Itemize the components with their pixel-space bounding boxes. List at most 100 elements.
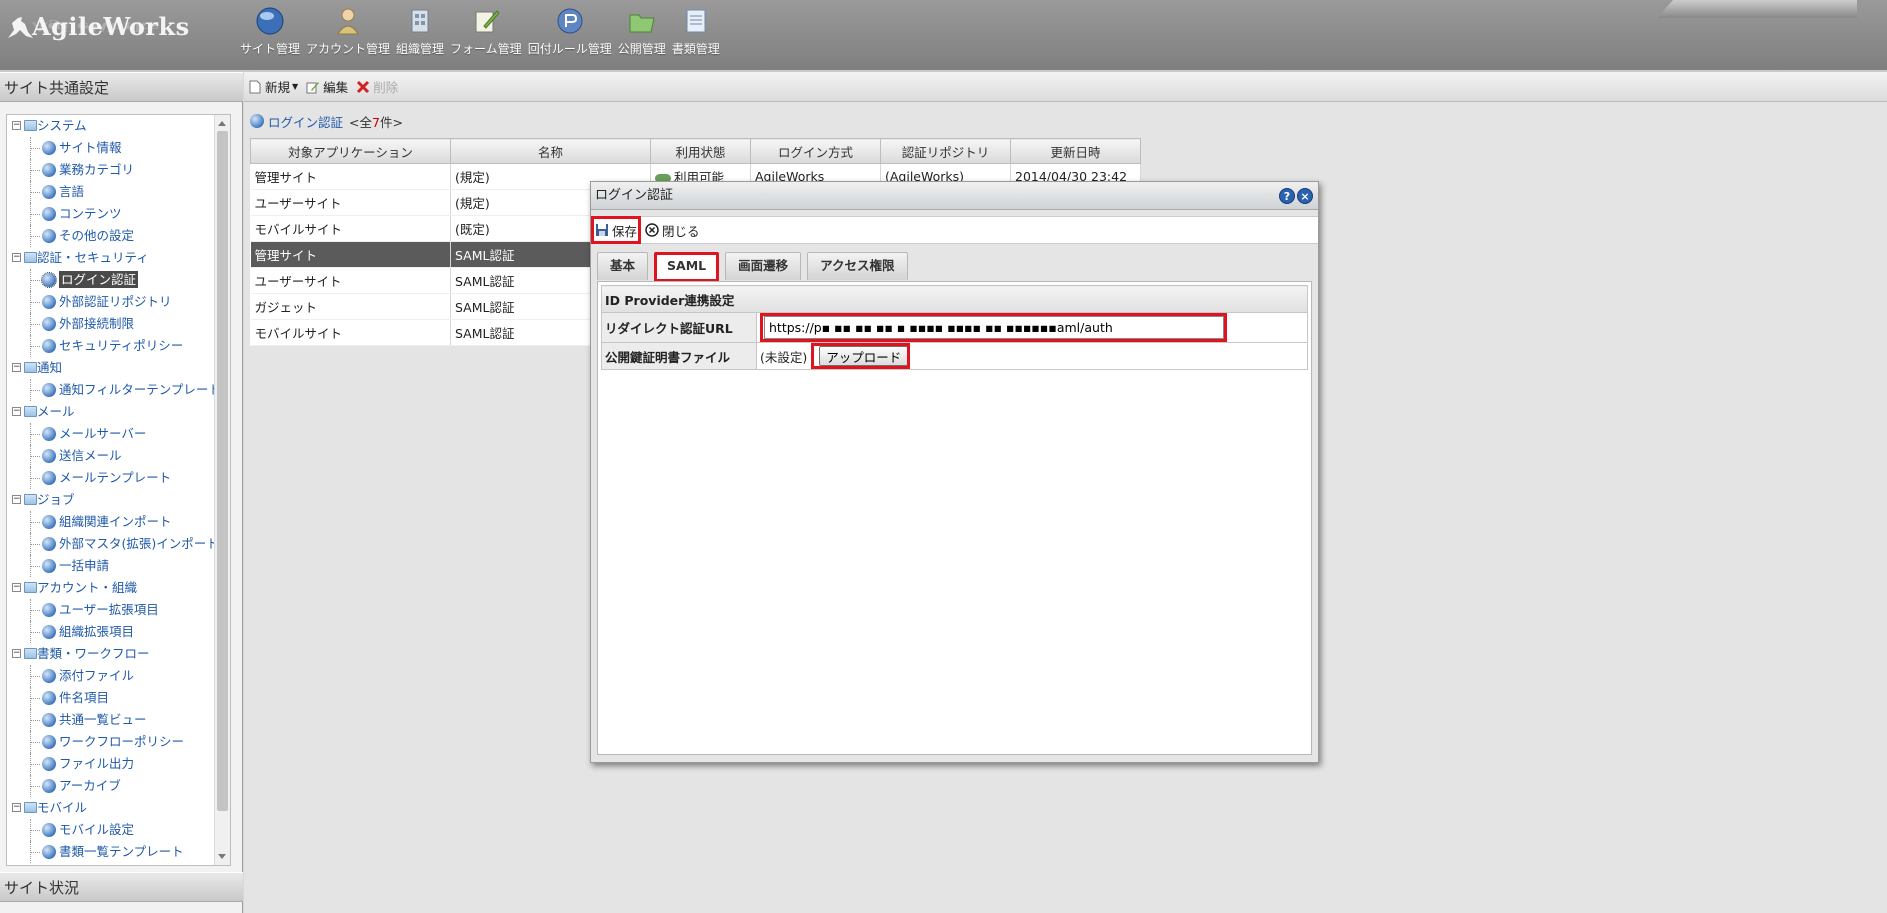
tree-item[interactable]: 一括申請 [7, 555, 215, 577]
edit-button[interactable]: 編集 [306, 77, 348, 96]
column-header[interactable]: 利用状態 [650, 138, 751, 164]
tree-item[interactable]: その他の設定 [7, 225, 215, 247]
tree-item[interactable]: 書類一覧テンプレート [7, 841, 215, 863]
tree-item[interactable]: セキュリティポリシー [7, 335, 215, 357]
tree-folder-label: ジョブ [37, 492, 75, 507]
id-provider-section-title: ID Provider連携設定 [601, 285, 1308, 313]
column-header[interactable]: ログイン方式 [750, 138, 881, 164]
tree-item-label: 通知フィルターテンプレート [59, 382, 221, 397]
nav-publish-management[interactable]: 公開管理 [618, 6, 666, 68]
nav-organization-management[interactable]: 組織管理 [396, 6, 444, 68]
nav-routing-rule-management[interactable]: 回付ルール管理 [528, 6, 612, 68]
tree-item[interactable]: 外部マスタ(拡張)インポート [7, 533, 219, 555]
scroll-up-icon[interactable] [218, 121, 226, 126]
collapse-toggle-icon[interactable]: − [12, 121, 21, 130]
tree-item-label: 組織拡張項目 [59, 624, 135, 639]
delete-x-icon [357, 80, 370, 93]
list-toolbar: 新規 ▼ 編集 削除 [244, 72, 1887, 102]
tree-item[interactable]: ワークフローポリシー [7, 731, 215, 753]
tab-screen-transition[interactable]: 画面遷移 [725, 252, 802, 280]
column-header[interactable]: 更新日時 [1010, 138, 1141, 164]
tree-item[interactable]: 組織関連インポート [7, 511, 215, 533]
tree-item[interactable]: サイト情報 [7, 137, 215, 159]
login-auth-dialog: ログイン認証 ? × 保存 閉じる 基本 SAML 画面遷移 アクセス権限 ID… [590, 181, 1319, 763]
help-icon[interactable]: ? [1279, 188, 1295, 204]
upload-button[interactable]: アップロード [819, 346, 909, 366]
collapse-toggle-icon[interactable]: − [12, 407, 21, 416]
tree-folder[interactable]: − ジョブ [7, 489, 215, 511]
tree-connector [30, 852, 40, 853]
nav-form-management[interactable]: フォーム管理 [450, 6, 522, 68]
folder-icon [24, 120, 37, 131]
organization-icon [411, 9, 429, 33]
close-icon[interactable]: × [1297, 188, 1313, 204]
site-status-title[interactable]: サイト状況 [0, 872, 243, 902]
tab-access-rights[interactable]: アクセス権限 [807, 252, 908, 280]
agileworks-logo[interactable]: AgileWorks AgileWorks [6, 8, 206, 58]
tree-item[interactable]: モバイル設定 [7, 819, 215, 841]
tree-folder[interactable]: − 通知 [7, 357, 215, 379]
close-circle-icon [645, 223, 659, 237]
tree-item[interactable]: 業務カテゴリ [7, 159, 215, 181]
tree-folder-label: 通知 [37, 360, 63, 375]
tree-item[interactable]: 送信メール [7, 445, 215, 467]
new-button[interactable]: 新規 ▼ [248, 77, 298, 96]
tree-connector [30, 478, 40, 479]
close-button[interactable]: 閉じる [641, 216, 704, 244]
tab-saml[interactable]: SAML [654, 252, 720, 282]
nav-site-management[interactable]: サイト管理 [240, 6, 300, 68]
globe-icon [250, 114, 264, 128]
tree-item[interactable]: ログイン認証 [7, 269, 215, 291]
save-button[interactable]: 保存 [591, 216, 642, 244]
site-common-settings-title[interactable]: サイト共通設定 [0, 72, 243, 102]
tree-item[interactable]: アーカイブ [7, 775, 215, 797]
upload-highlight: アップロード [811, 343, 911, 369]
tree-connector [30, 786, 40, 787]
tree-item[interactable]: ファイル出力 [7, 753, 215, 775]
tree-item[interactable]: 言語 [7, 181, 215, 203]
collapse-toggle-icon[interactable]: − [12, 363, 21, 372]
tree-folder[interactable]: − モバイル [7, 797, 215, 819]
tree-item[interactable]: 共通一覧ビュー [7, 709, 215, 731]
tree-item-label: 業務カテゴリ [59, 162, 135, 177]
tree-item[interactable]: 外部接続制限 [7, 313, 215, 335]
tree-folder[interactable]: − アカウント・組織 [7, 577, 215, 599]
nav-label: 書類管理 [671, 42, 720, 56]
tree-item[interactable]: 組織拡張項目 [7, 621, 215, 643]
redirect-url-input[interactable] [764, 316, 1224, 339]
tree-folder[interactable]: − 書類・ワークフロー [7, 643, 215, 665]
tree-connector [30, 698, 40, 699]
tree-item[interactable]: メールサーバー [7, 423, 215, 445]
column-header[interactable]: 認証リポジトリ [880, 138, 1011, 164]
tree-item[interactable]: 外部認証リポジトリ [7, 291, 215, 313]
collapse-toggle-icon[interactable]: − [12, 253, 21, 262]
tree-folder[interactable]: − 認証・セキュリティ [7, 247, 215, 269]
cell-text: SAML認証 [455, 300, 515, 315]
tree-item[interactable]: 件名項目 [7, 687, 215, 709]
nav-document-management[interactable]: 書類管理 [672, 6, 720, 68]
tree-item-label: 送信メール [59, 448, 122, 463]
tree-scrollbar[interactable] [214, 115, 230, 865]
scroll-thumb[interactable] [217, 131, 228, 811]
nav-account-management[interactable]: アカウント管理 [306, 6, 390, 68]
tree-item[interactable]: 添付ファイル [7, 665, 215, 687]
column-header[interactable]: 対象アプリケーション [250, 138, 451, 164]
delete-button[interactable]: 削除 [356, 77, 398, 96]
tree-folder[interactable]: − メール [7, 401, 215, 423]
save-label: 保存 [612, 223, 638, 239]
collapse-toggle-icon[interactable]: − [12, 803, 21, 812]
collapse-toggle-icon[interactable]: − [12, 649, 21, 658]
collapse-toggle-icon[interactable]: − [12, 495, 21, 504]
tree-folder[interactable]: − システム [7, 115, 215, 137]
dialog-titlebar[interactable]: ログイン認証 ? × [591, 182, 1318, 210]
scroll-down-icon[interactable] [218, 854, 226, 859]
tree-item[interactable]: ユーザー拡張項目 [7, 599, 215, 621]
tree-item[interactable]: メールテンプレート [7, 467, 215, 489]
tree-item[interactable]: 通知フィルターテンプレート [7, 379, 221, 401]
column-header[interactable]: 名称 [450, 138, 651, 164]
collapse-toggle-icon[interactable]: − [12, 583, 21, 592]
cell-text: 管理サイト [254, 170, 318, 185]
globe-icon [42, 339, 56, 353]
tab-basic[interactable]: 基本 [597, 252, 649, 280]
tree-item[interactable]: コンテンツ [7, 203, 215, 225]
